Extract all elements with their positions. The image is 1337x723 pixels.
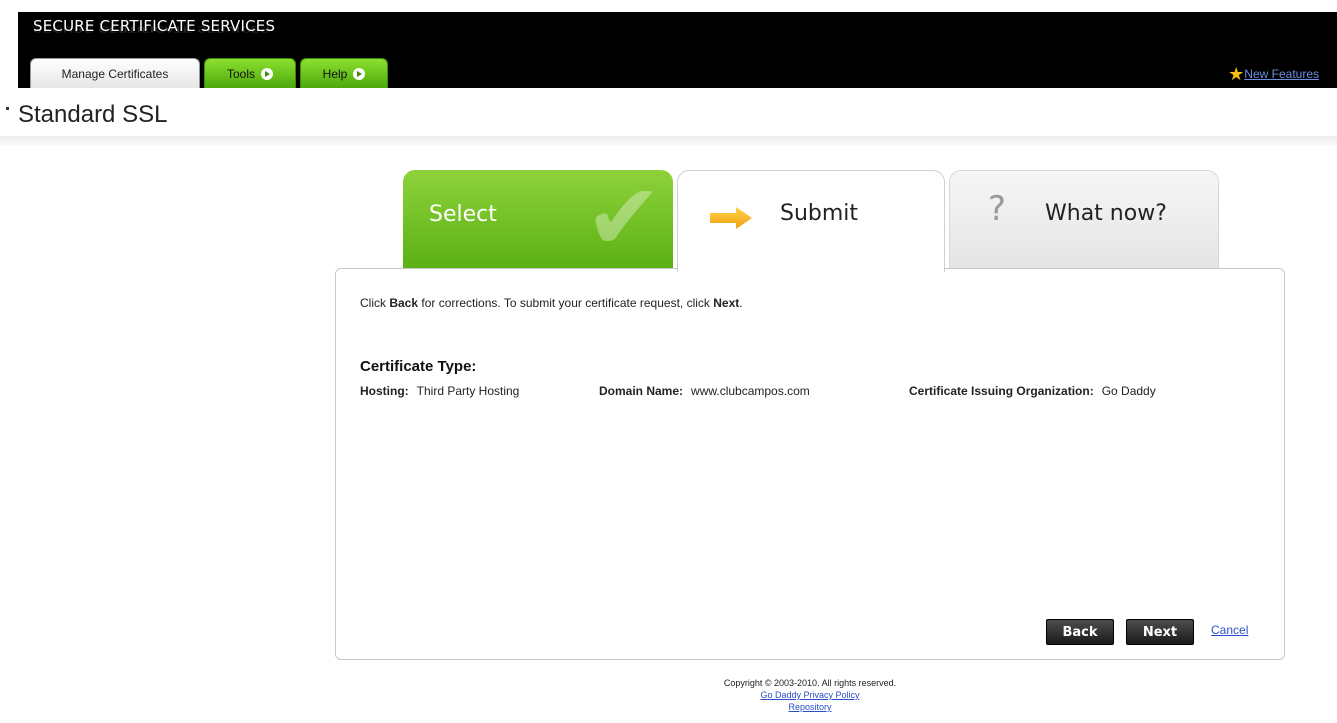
field-issuing-organization: Certificate Issuing Organization: Go Dadd… [909,384,1156,398]
field-label: Hosting: [360,384,409,398]
title-bullet [6,107,9,110]
copyright-text: Copyright © 2003-2010. All rights reserv… [723,678,897,688]
play-circle-icon [261,67,273,80]
tab-label: Help [322,66,348,81]
field-value: www.clubcampos.com [691,384,810,398]
field-value: Go Daddy [1101,384,1156,398]
wizard-step-submit: Submit [677,170,945,272]
field-label: Domain Name: [599,384,684,398]
certificate-type-heading: Certificate Type: [360,358,477,375]
brand-reflection: SECURE CERTIFICATE SERVICES [33,24,270,34]
play-circle-icon [353,67,366,80]
step-label: What now? [1045,201,1167,226]
arrow-right-icon [710,207,752,229]
step-label: Select [429,202,497,227]
checkmark-icon: ✔ [585,170,663,270]
tab-label: Tools [226,66,255,81]
tab-label: Manage Certificates [61,66,169,81]
privacy-policy-link[interactable]: Go Daddy Privacy Policy [0,689,1337,701]
field-value: Third Party Hosting [416,384,520,398]
back-button[interactable]: Back [1046,619,1114,645]
step-label: Submit [780,201,859,226]
star-icon: ★ [1228,64,1245,84]
instruction-text: Click Back for corrections. To submit yo… [360,296,743,310]
tab-help[interactable]: Help [300,58,388,88]
tab-manage-certificates[interactable]: Manage Certificates [30,58,200,88]
wizard-step-select: Select ✔ [403,170,673,270]
tab-tools[interactable]: Tools [204,58,296,88]
repository-link[interactable]: Repository [0,701,1337,713]
new-features[interactable]: ★ New Features [1228,64,1319,84]
header-bar: SECURE CERTIFICATE SERVICES SECURE CERTI… [18,12,1337,88]
field-hosting: Hosting: Third Party Hosting [360,384,519,398]
question-icon: ? [988,189,1007,229]
content-panel: Click Back for corrections. To submit yo… [335,268,1285,660]
field-label: Certificate Issuing Organization: [909,384,1094,398]
divider [0,136,1337,146]
page-title: Standard SSL [18,101,168,128]
next-button[interactable]: Next [1126,619,1194,645]
field-domain-name: Domain Name: www.clubcampos.com [599,384,810,398]
footer: Copyright © 2003-2010. All rights reserv… [0,677,1337,713]
wizard-step-what-now: ? What now? [949,170,1219,270]
cancel-link[interactable]: Cancel [1211,623,1248,637]
new-features-link[interactable]: New Features [1244,67,1319,81]
